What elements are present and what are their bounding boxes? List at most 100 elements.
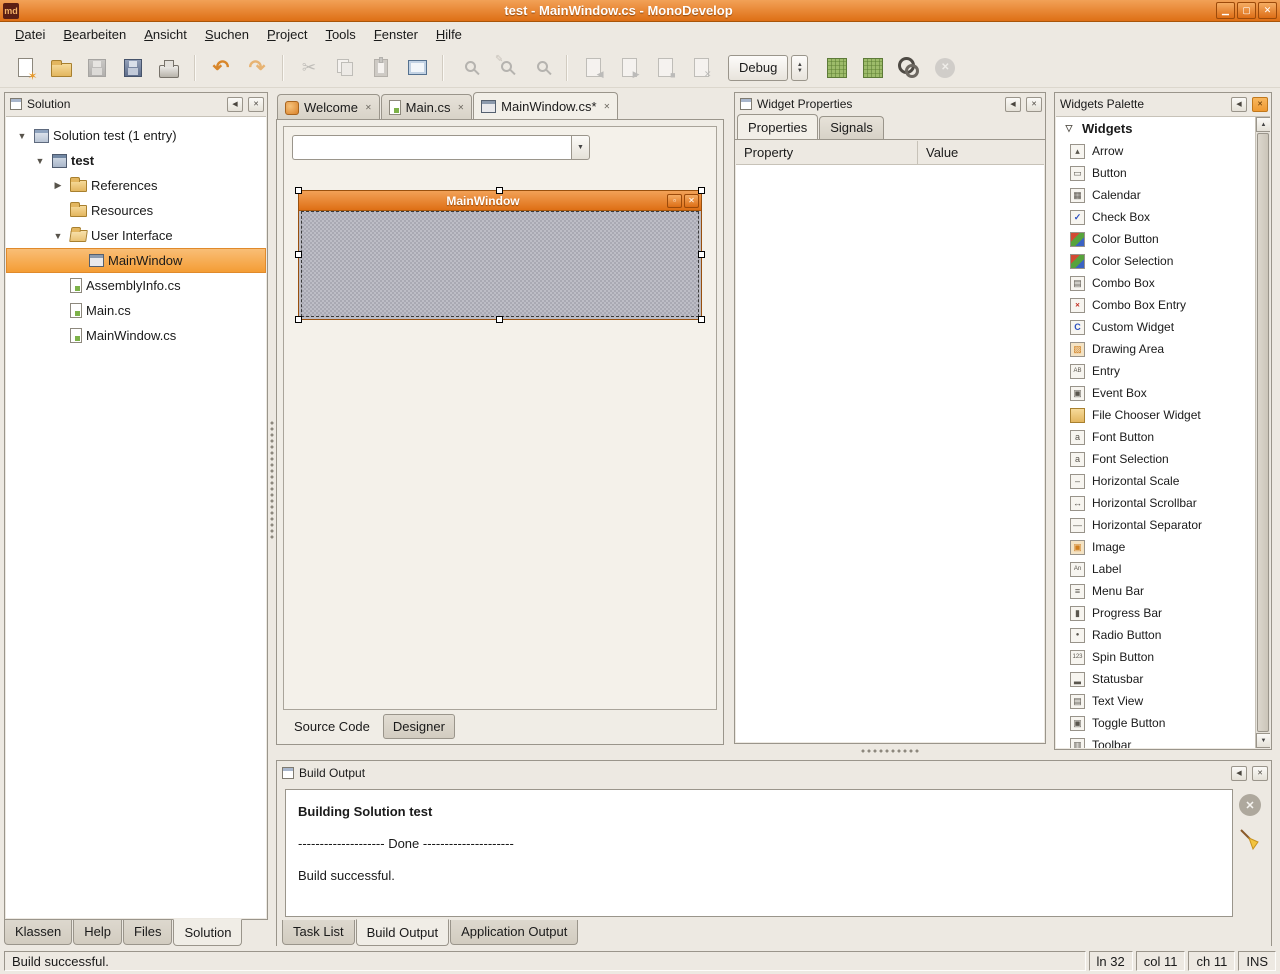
tree-item-assemblyinfo[interactable]: AssemblyInfo.cs (6, 273, 266, 298)
palette-item-drawing-area[interactable]: ▨Drawing Area (1056, 338, 1270, 360)
selection-handle[interactable] (295, 251, 302, 258)
tree-item-mainwindow-selected[interactable]: MainWindow (6, 248, 266, 273)
tab-close-icon[interactable]: ✕ (604, 102, 611, 111)
solution-pad-close-button[interactable]: ✕ (248, 97, 264, 112)
save-all-button[interactable] (116, 51, 150, 85)
palette-item-label[interactable]: AnLabel (1056, 558, 1270, 580)
selection-handle[interactable] (496, 316, 503, 323)
stop-button[interactable]: ✕ (928, 51, 962, 85)
open-button[interactable] (44, 51, 78, 85)
palette-item-image[interactable]: ▣Image (1056, 536, 1270, 558)
new-file-button[interactable] (8, 51, 42, 85)
bookmark-clear-button[interactable]: ✕ (684, 51, 718, 85)
source-code-button[interactable]: Source Code (285, 715, 379, 738)
run-button[interactable] (892, 51, 926, 85)
tab-signals[interactable]: Signals (819, 116, 884, 139)
tab-main-cs[interactable]: Main.cs ✕ (381, 94, 473, 120)
bookmark-toggle-button[interactable]: ■ (648, 51, 682, 85)
palette-item-combo-box[interactable]: ▤Combo Box (1056, 272, 1270, 294)
tab-solution[interactable]: Solution (173, 919, 242, 946)
selection-handle[interactable] (698, 316, 705, 323)
expander-open-icon[interactable]: ▼ (14, 131, 30, 141)
tab-welcome[interactable]: Welcome ✕ (277, 94, 380, 120)
tab-close-icon[interactable]: ✕ (457, 103, 464, 112)
tab-task-list[interactable]: Task List (282, 920, 355, 945)
horizontal-splitter-handle[interactable] (860, 748, 920, 754)
scroll-down-icon[interactable]: ▼ (1256, 733, 1270, 748)
tab-help[interactable]: Help (73, 920, 122, 945)
menu-project[interactable]: Project (258, 22, 316, 48)
vertical-splitter-handle[interactable] (269, 420, 275, 540)
menu-hilfe[interactable]: Hilfe (427, 22, 471, 48)
properties-pad-collapse-button[interactable]: ◀ (1005, 97, 1021, 112)
palette-pad-close-button[interactable]: ✕ (1252, 97, 1268, 112)
group-expander-icon[interactable]: ▽ (1061, 123, 1077, 134)
menu-bearbeiten[interactable]: Bearbeiten (54, 22, 135, 48)
palette-item-statusbar[interactable]: ▂Statusbar (1056, 668, 1270, 690)
palette-item-horizontal-scrollbar[interactable]: ↔Horizontal Scrollbar (1056, 492, 1270, 514)
column-value[interactable]: Value (918, 141, 1044, 164)
select-all-button[interactable] (400, 51, 434, 85)
tree-item-references[interactable]: ▶ References (6, 173, 266, 198)
menu-ansicht[interactable]: Ansicht (135, 22, 196, 48)
minimize-button[interactable]: ▁ (1216, 2, 1235, 19)
tree-item-solution[interactable]: ▼ Solution test (1 entry) (6, 123, 266, 148)
palette-item-horizontal-separator[interactable]: —Horizontal Separator (1056, 514, 1270, 536)
palette-item-combo-box-entry[interactable]: ✕Combo Box Entry (1056, 294, 1270, 316)
expander-open-icon[interactable]: ▼ (50, 231, 66, 241)
configuration-combo[interactable]: Debug (728, 55, 788, 81)
palette-item-toggle-button[interactable]: ▣Toggle Button (1056, 712, 1270, 734)
tree-item-project-test[interactable]: ▼ test (6, 148, 266, 173)
palette-item-arrow[interactable]: ▴Arrow (1056, 140, 1270, 162)
tab-build-output[interactable]: Build Output (356, 919, 450, 946)
palette-item-file-chooser[interactable]: File Chooser Widget (1056, 404, 1270, 426)
build-all-button[interactable] (856, 51, 890, 85)
palette-item-button[interactable]: ▭Button (1056, 162, 1270, 184)
expander-closed-icon[interactable]: ▶ (50, 180, 66, 191)
palette-item-calendar[interactable]: ▦Calendar (1056, 184, 1270, 206)
palette-item-event-box[interactable]: ▣Event Box (1056, 382, 1270, 404)
tree-item-main-cs[interactable]: Main.cs (6, 298, 266, 323)
design-surface[interactable]: ▼ MainWindow ▫ ✕ (283, 126, 717, 710)
redo-button[interactable] (240, 51, 274, 85)
scroll-up-icon[interactable]: ▲ (1256, 117, 1270, 132)
copy-button[interactable] (328, 51, 362, 85)
palette-item-entry[interactable]: ABEntry (1056, 360, 1270, 382)
paste-button[interactable] (364, 51, 398, 85)
palette-item-check-box[interactable]: ✓Check Box (1056, 206, 1270, 228)
palette-pad-collapse-button[interactable]: ◀ (1231, 97, 1247, 112)
designed-window-titlebar[interactable]: MainWindow ▫ ✕ (299, 191, 701, 211)
palette-item-color-button[interactable]: Color Button (1056, 228, 1270, 250)
palette-item-toolbar[interactable]: ▥Toolbar (1056, 734, 1270, 748)
maximize-button[interactable]: ▢ (1237, 2, 1256, 19)
selection-handle[interactable] (698, 251, 705, 258)
selection-handle[interactable] (295, 316, 302, 323)
tab-klassen[interactable]: Klassen (4, 920, 72, 945)
tab-close-icon[interactable]: ✕ (365, 103, 372, 112)
palette-item-menu-bar[interactable]: ≡Menu Bar (1056, 580, 1270, 602)
dropdown-arrow-icon[interactable]: ▼ (571, 135, 590, 160)
menu-fenster[interactable]: Fenster (365, 22, 427, 48)
tree-item-mainwindow-cs[interactable]: MainWindow.cs (6, 323, 266, 348)
scrollbar-thumb[interactable] (1257, 133, 1269, 732)
palette-item-font-button[interactable]: aFont Button (1056, 426, 1270, 448)
tree-item-resources[interactable]: Resources (6, 198, 266, 223)
tab-files[interactable]: Files (123, 920, 172, 945)
print-button[interactable] (152, 51, 186, 85)
palette-item-font-selection[interactable]: aFont Selection (1056, 448, 1270, 470)
tab-mainwindow-cs[interactable]: MainWindow.cs* ✕ (473, 92, 618, 120)
configuration-stepper[interactable]: ▲ ▼ (791, 55, 808, 81)
save-button[interactable] (80, 51, 114, 85)
bookmark-next-button[interactable]: ▶ (612, 51, 646, 85)
bookmark-prev-button[interactable]: ◀ (576, 51, 610, 85)
column-property[interactable]: Property (736, 141, 918, 164)
clear-output-icon[interactable]: ✕ (1239, 794, 1261, 816)
close-button[interactable]: ✕ (1258, 2, 1277, 19)
widget-select-combo[interactable]: ▼ (292, 135, 590, 160)
selection-handle[interactable] (496, 187, 503, 194)
palette-group-widgets[interactable]: ▽ Widgets (1056, 117, 1270, 140)
find-in-files-button[interactable] (524, 51, 558, 85)
cut-button[interactable] (292, 51, 326, 85)
clean-broom-icon[interactable] (1237, 827, 1261, 851)
designed-mainwindow[interactable]: MainWindow ▫ ✕ (298, 190, 702, 320)
